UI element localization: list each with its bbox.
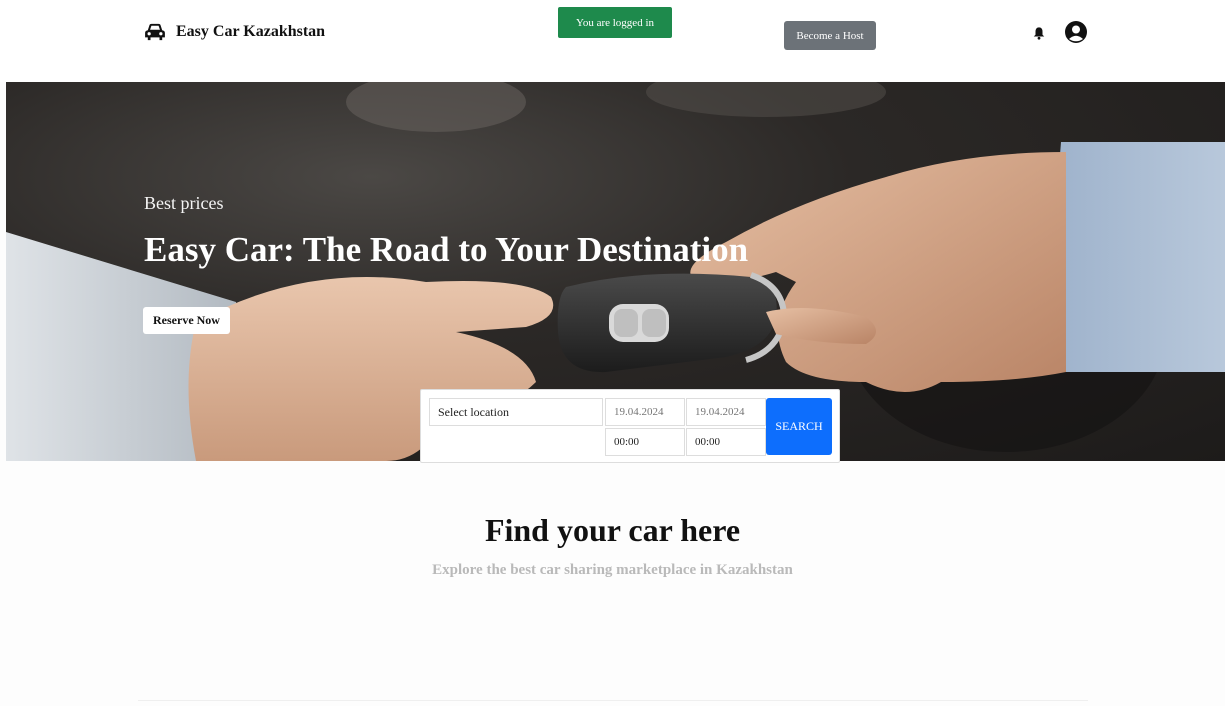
return-time-input[interactable] [686, 428, 766, 456]
search-panel: SEARCH [420, 389, 840, 463]
section-divider [138, 700, 1088, 701]
pickup-date-input[interactable] [605, 398, 685, 426]
user-circle-icon[interactable] [1064, 20, 1088, 44]
search-button[interactable]: SEARCH [766, 398, 832, 455]
location-select[interactable] [429, 398, 603, 426]
car-icon [145, 23, 165, 41]
brand-name: Easy Car Kazakhstan [176, 23, 326, 40]
bell-icon[interactable] [1032, 26, 1046, 40]
hero-title: Easy Car: The Road to Your Destination [144, 230, 749, 269]
section-subtitle: Explore the best car sharing marketplace… [432, 562, 793, 578]
brand-link[interactable]: Easy Car Kazakhstan [144, 20, 325, 44]
return-date-input[interactable] [686, 398, 766, 426]
top-navbar: Easy Car Kazakhstan You are logged in Be… [0, 0, 1225, 82]
become-host-button[interactable]: Become a Host [784, 21, 876, 50]
reserve-now-button[interactable]: Reserve Now [143, 307, 230, 334]
logged-in-alert: You are logged in [558, 7, 672, 38]
pickup-time-input[interactable] [605, 428, 685, 456]
section-title: Find your car here [484, 512, 741, 548]
hero-subtitle: Best prices [144, 193, 224, 213]
